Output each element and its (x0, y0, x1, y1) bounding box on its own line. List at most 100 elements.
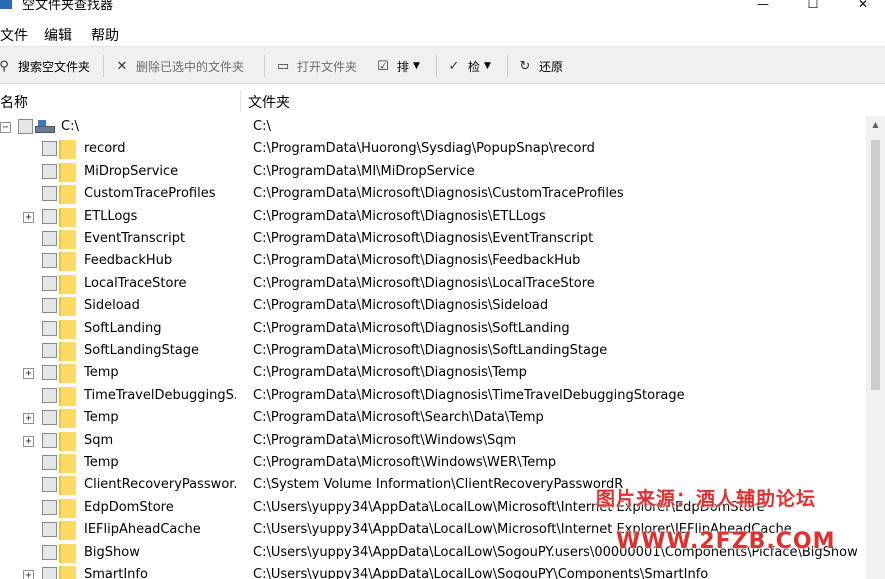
folder-path: C:\ProgramData\Microsoft\Diagnosis\SoftL… (253, 343, 608, 358)
delete-selected-label: 删除已选中的文件夹 (136, 59, 245, 74)
tree-row[interactable]: FeedbackHub C:\ProgramData\Microsoft\Diag… (0, 250, 866, 272)
folder-path: C:\Users\yuppy34\AppData\LocalLow\SogouP… (253, 567, 709, 579)
tree-row[interactable]: + ETLLogs C:\ProgramData\Microsoft\Diagnos… (0, 206, 866, 228)
folder-name: Sideload (84, 298, 140, 314)
column-header-name[interactable]: 名称 (0, 92, 28, 112)
checkbox[interactable] (42, 343, 57, 358)
tree-row[interactable]: + Temp C:\ProgramData\Microsoft\Search\Dat… (0, 407, 866, 429)
folder-icon (59, 543, 76, 563)
folder-icon (59, 140, 76, 160)
collapse-icon[interactable]: − (0, 122, 11, 133)
checkbox[interactable] (42, 522, 57, 538)
tree-row[interactable]: SoftLandingStage C:\ProgramData\Microsoft… (0, 340, 866, 362)
checkbox[interactable] (42, 208, 57, 224)
checkbox[interactable] (42, 455, 57, 470)
folder-icon (59, 431, 76, 451)
checkbox[interactable] (42, 387, 57, 403)
folder-name: ClientRecoveryPasswor... (84, 477, 236, 493)
checkbox[interactable] (42, 298, 57, 314)
search-icon: ⚲ (0, 58, 9, 74)
expand-icon[interactable]: + (23, 211, 34, 223)
checkbox[interactable] (42, 163, 57, 179)
expand-icon[interactable]: + (23, 435, 34, 447)
checkbox[interactable] (42, 231, 57, 246)
maximize-button[interactable]: ☐ (790, 0, 836, 22)
tree-row[interactable]: + SmartInfo C:\Users\yuppy34\AppData\Local… (0, 564, 866, 579)
tree-row[interactable]: Temp C:\ProgramData\Microsoft\Windows\WER… (0, 452, 866, 474)
tree-row[interactable]: EventTranscript C:\ProgramData\Microsoft\… (0, 228, 866, 250)
delete-selected-button[interactable]: ✕ 删除已选中的文件夹 (114, 54, 244, 78)
sort-dropdown-button[interactable]: ☑ 排 ▼ (375, 54, 420, 78)
checkbox[interactable] (42, 432, 57, 448)
folder-icon (59, 297, 76, 317)
refresh-icon: ↻ (519, 58, 531, 74)
folder-path: C:\ProgramData\Microsoft\Search\Data\Tem… (253, 410, 544, 426)
folder-name: MiDropService (84, 163, 179, 179)
folder-path: C:\ProgramData\Huorong\Sysdiag\PopupSnap… (253, 141, 595, 157)
root-path: C:\ (253, 119, 271, 134)
column-header-folder[interactable]: 文件夹 (248, 92, 290, 112)
checkbox[interactable] (42, 320, 57, 336)
restore-label: 还原 (539, 59, 564, 74)
vertical-scrollbar[interactable]: ▲ (866, 116, 885, 579)
check-dropdown-button[interactable]: ✓ 检 ▼ (446, 54, 491, 78)
expand-icon[interactable]: + (23, 570, 34, 579)
folder-name: EdpDomStore (84, 499, 174, 515)
tree-row[interactable]: MiDropService C:\ProgramData\MI\MiDropSer… (0, 161, 866, 183)
minimize-button[interactable]: — (740, 0, 786, 22)
menu-bar: 文件 编辑 帮助 (0, 22, 885, 44)
tree-row[interactable]: CustomTraceProfiles C:\ProgramData\Micros… (0, 183, 866, 205)
folder-icon (59, 476, 76, 496)
checkbox[interactable] (42, 275, 57, 291)
expand-icon[interactable]: + (23, 413, 34, 425)
checkbox[interactable] (42, 365, 57, 381)
checkbox[interactable] (42, 544, 57, 560)
checkmark-icon: ✓ (448, 58, 460, 74)
tree-row[interactable]: SoftLanding C:\ProgramData\Microsoft\Diag… (0, 318, 866, 340)
folder-path: C:\ProgramData\MI\MiDropService (253, 163, 475, 179)
folder-icon (59, 364, 76, 384)
folder-name: EventTranscript (84, 231, 186, 246)
checkbox[interactable] (42, 410, 57, 426)
folder-path: C:\ProgramData\Microsoft\Diagnosis\SoftL… (253, 320, 570, 336)
tree-row[interactable]: + Temp C:\ProgramData\Microsoft\Diagnosis\… (0, 362, 866, 384)
checkbox[interactable] (18, 119, 33, 134)
column-divider[interactable] (240, 90, 241, 112)
tree-row[interactable]: record C:\ProgramData\Huorong\Sysdiag\Pop… (0, 138, 866, 160)
scroll-thumb[interactable] (871, 140, 880, 390)
checkbox[interactable] (42, 499, 57, 515)
tree-row[interactable]: + Sqm C:\ProgramData\Microsoft\Windows\Sqm (0, 430, 866, 452)
expand-icon[interactable]: + (23, 368, 34, 380)
scroll-up-icon[interactable]: ▲ (866, 116, 885, 133)
restore-button[interactable]: ↻ 还原 (517, 54, 563, 78)
checkbox[interactable] (42, 186, 57, 202)
checkbox[interactable] (42, 477, 57, 493)
toolbar-separator (103, 55, 104, 77)
delete-icon: ✕ (116, 58, 128, 74)
folder-path: C:\ProgramData\Microsoft\Diagnosis\Sidel… (253, 298, 549, 314)
folder-icon (59, 566, 76, 579)
checkbox[interactable] (42, 141, 57, 157)
open-folder-button[interactable]: ▭ 打开文件夹 (275, 54, 357, 78)
close-button[interactable]: ✕ (840, 0, 885, 22)
folder-icon (59, 185, 76, 205)
window-title: 空文件夹查找器 (22, 0, 114, 13)
menu-edit[interactable]: 编辑 (44, 25, 72, 45)
folder-path: C:\ProgramData\Microsoft\Diagnosis\Temp (253, 365, 527, 381)
column-header: 名称 文件夹 (0, 86, 885, 116)
toolbar-separator (264, 55, 265, 77)
folder-name: SoftLandingStage (84, 343, 200, 358)
search-empty-folders-button[interactable]: ⚲ 搜索空文件夹 (0, 54, 90, 78)
tree-row-root[interactable]: − C:\ C:\ (0, 116, 866, 138)
tree-row[interactable]: Sideload C:\ProgramData\Microsoft\Diagnos… (0, 295, 866, 317)
checkbox[interactable] (42, 567, 57, 579)
tree-row[interactable]: TimeTravelDebuggingS... C:\ProgramData\Mi… (0, 385, 866, 407)
menu-help[interactable]: 帮助 (91, 25, 119, 45)
tree-row[interactable]: LocalTraceStore C:\ProgramData\Microsoft\… (0, 273, 866, 295)
menu-file[interactable]: 文件 (0, 25, 28, 45)
watermark-source: 图片来源：酒人辅助论坛 (596, 488, 817, 510)
toolbar-separator (507, 55, 508, 77)
folder-name: Temp (84, 455, 119, 470)
checkbox[interactable] (42, 253, 57, 269)
folder-name: Temp (84, 410, 119, 426)
